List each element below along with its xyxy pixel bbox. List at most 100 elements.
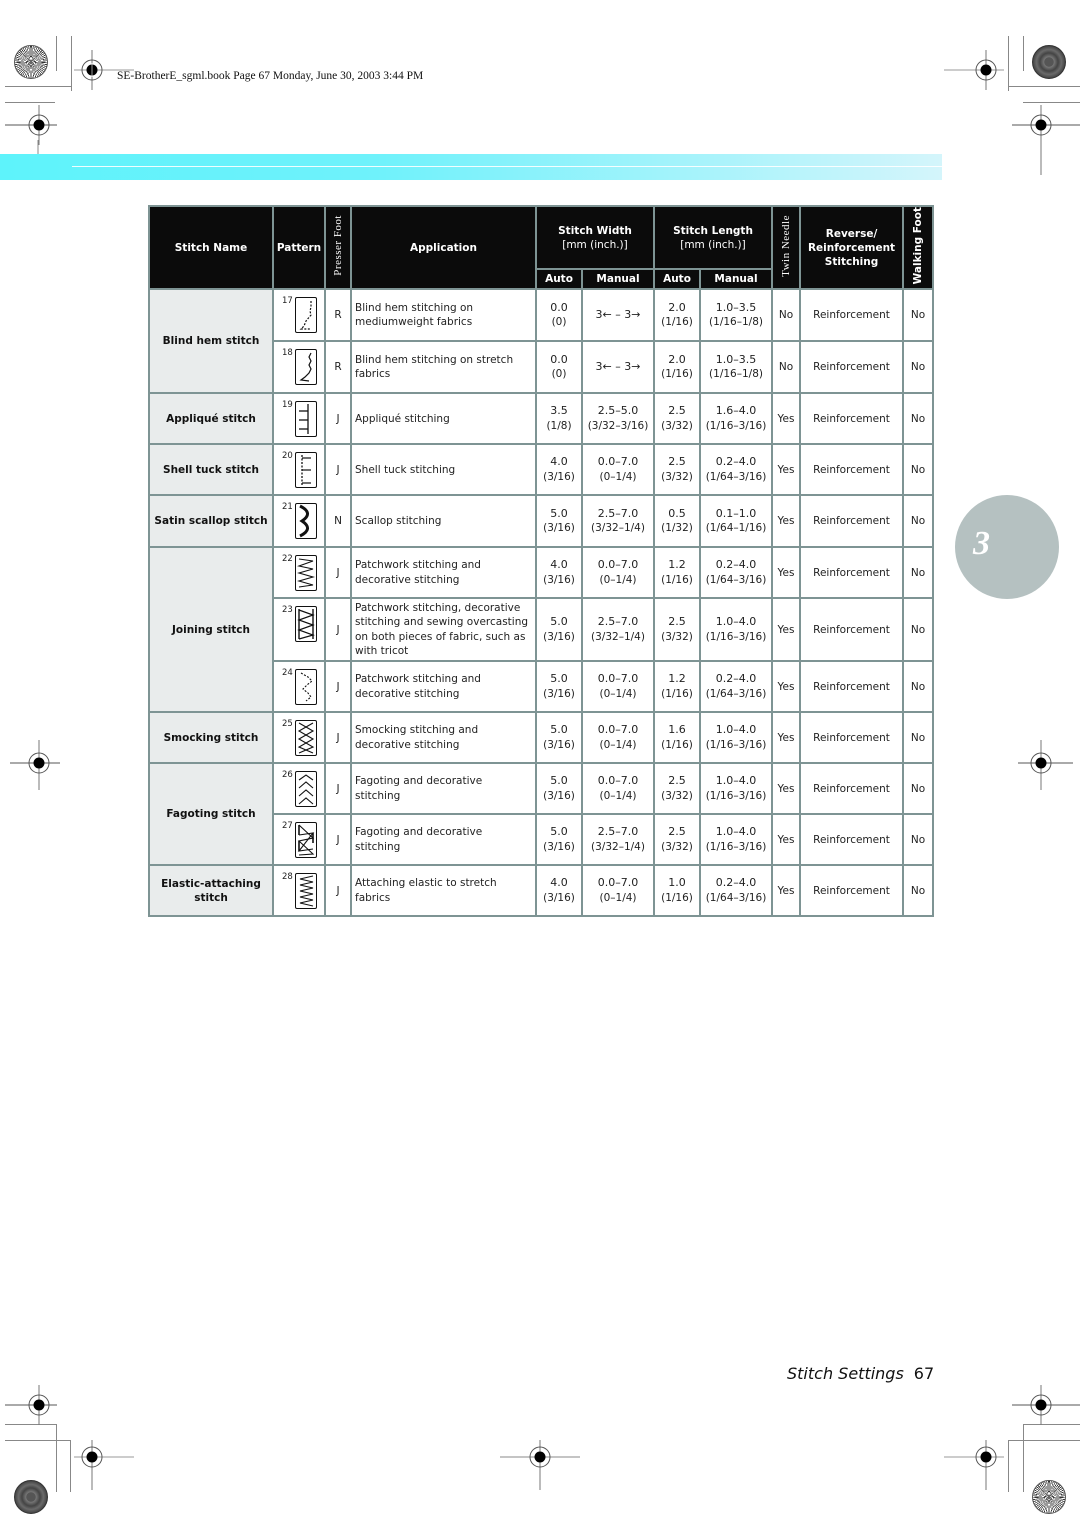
fagoting-bowtie-pattern-icon — [295, 822, 317, 859]
length-manual-cell: 1.0–4.0 (1/16–3/16) — [698, 813, 774, 867]
walking-foot-cell: No — [902, 340, 935, 395]
applique-pattern-icon — [295, 401, 317, 438]
length-auto-inch: (3/32) — [661, 470, 693, 483]
pattern-number: 23 — [282, 605, 293, 616]
width-manual-inch: (0–1/4) — [599, 470, 637, 483]
pattern-cell: 21 — [272, 494, 326, 549]
application-cell: Attaching elastic to stretch fabrics — [350, 864, 537, 918]
width-manual-inch: (0–1/4) — [599, 891, 637, 904]
pattern-number: 26 — [282, 770, 293, 781]
reverse-reinforcement-cell: Reinforcement — [799, 340, 905, 395]
crosshair-target-icon — [5, 1385, 57, 1425]
width-manual-inch: (3/32–1/4) — [591, 840, 645, 853]
width-auto-cell: 5.0 (3/16) — [535, 762, 583, 816]
stitch-name-cell: Elastic-attaching stitch — [148, 864, 274, 918]
twin-needle-cell: Yes — [771, 762, 802, 816]
width-manual-cell: 3← – 3→ — [581, 288, 655, 343]
pattern-cell: 23 — [272, 597, 326, 663]
length-manual-inch: (1/16–3/16) — [705, 630, 767, 643]
length-auto-cell: 1.2 (1/16) — [653, 660, 701, 714]
header-length-auto: Auto — [653, 267, 701, 291]
width-manual-mm: 2.5–7.0 — [597, 506, 639, 520]
header-pattern: Pattern — [272, 204, 326, 291]
stretch-blind-hem-pattern-icon — [295, 349, 317, 386]
width-manual-mm: 0.0–7.0 — [597, 672, 639, 686]
width-auto-mm: 5.0 — [550, 506, 568, 520]
header-stitch-width-unit: [mm (inch.)] — [562, 238, 628, 251]
application-line: fabrics — [355, 891, 391, 904]
shell-tuck-pattern-icon — [295, 452, 317, 489]
length-auto-inch: (3/32) — [661, 419, 693, 432]
length-manual-mm: 1.0–4.0 — [715, 723, 757, 737]
length-auto-mm: 2.5 — [668, 455, 686, 469]
header-presser-foot: Presser Foot — [324, 204, 352, 291]
width-auto-cell: 0.0 (0) — [535, 340, 583, 395]
application-cell: Appliqué stitching — [350, 392, 537, 446]
reverse-reinforcement-cell: Reinforcement — [799, 392, 905, 446]
width-auto-cell: 5.0 (3/16) — [535, 813, 583, 867]
length-manual-cell: 1.0–3.5 (1/16–1/8) — [698, 288, 774, 343]
joining-feather-pattern-icon — [295, 669, 317, 706]
crop-line — [1008, 86, 1080, 87]
width-auto-cell: 4.0 (3/16) — [535, 546, 583, 600]
width-manual-mm: 0.0–7.0 — [597, 558, 639, 572]
header-stitch-length-unit: [mm (inch.)] — [680, 238, 746, 251]
application-cell: Fagoting and decorative stitching — [350, 813, 537, 867]
joining-zigzag-pattern-icon — [295, 555, 317, 592]
application-line: Attaching elastic to stretch — [355, 877, 497, 890]
reverse-reinforcement-cell: Reinforcement — [799, 762, 905, 816]
length-manual-cell: 1.0–4.0 (1/16–3/16) — [698, 597, 774, 663]
width-auto-inch: (0) — [551, 368, 567, 381]
length-auto-cell: 1.2 (1/16) — [653, 546, 701, 600]
reverse-reinforcement-cell: Reinforcement — [799, 864, 905, 918]
header-band — [0, 154, 942, 180]
smocking-pattern-icon — [295, 720, 317, 757]
elastic-attaching-pattern-icon — [295, 873, 317, 910]
crop-line — [71, 36, 72, 91]
application-line: fabrics — [355, 368, 391, 381]
width-manual-inch: (3/32–1/4) — [591, 630, 645, 643]
pattern-number: 20 — [282, 451, 293, 462]
width-manual-mm: 0.0–7.0 — [597, 723, 639, 737]
width-manual-inch: (3/32–3/16) — [587, 419, 649, 432]
table-row: Elastic-attaching stitch 28 J Attaching elas… — [148, 864, 935, 918]
application-line: Blind hem stitching on stretch — [355, 353, 514, 366]
length-manual-cell: 0.2–4.0 (1/64–3/16) — [698, 864, 774, 918]
walking-foot-cell: No — [902, 864, 935, 918]
width-auto-cell: 5.0 (3/16) — [535, 494, 583, 549]
length-auto-mm: 1.2 — [668, 558, 686, 572]
crosshair-target-icon — [10, 740, 60, 790]
application-line: mediumweight fabrics — [355, 316, 473, 329]
width-auto-cell: 3.5 (1/8) — [535, 392, 583, 446]
crop-line — [5, 1440, 70, 1441]
twin-needle-cell: Yes — [771, 546, 802, 600]
header-stitch-width: Stitch Width [mm (inch.)] — [535, 205, 655, 270]
crosshair-target-icon — [1012, 1385, 1080, 1425]
length-auto-inch: (1/16) — [661, 687, 693, 700]
width-auto-inch: (3/16) — [543, 470, 575, 483]
pattern-number: 28 — [282, 872, 293, 883]
header-length-manual: Manual — [698, 267, 774, 291]
width-auto-mm: 0.0 — [550, 300, 568, 314]
header-stitch-width-label: Stitch Width — [558, 224, 632, 237]
length-manual-cell: 0.2–4.0 (1/64–3/16) — [698, 660, 774, 714]
crosshair-target-icon — [74, 1440, 134, 1490]
pattern-cell: 19 — [272, 392, 326, 446]
application-line: Blind hem stitching on — [355, 301, 474, 314]
header-twin-needle-label: Twin Needle — [780, 214, 793, 277]
presser-foot-cell: J — [324, 762, 352, 816]
header-presser-foot-label: Presser Foot — [332, 215, 344, 277]
length-manual-mm: 1.0–4.0 — [715, 825, 757, 839]
chapter-number: 3 — [973, 525, 990, 562]
length-auto-inch: (3/32) — [661, 789, 693, 802]
header-stitching-label: Stitching — [824, 255, 879, 268]
length-auto-cell: 2.5 (3/32) — [653, 597, 701, 663]
length-auto-inch: (1/16) — [661, 891, 693, 904]
length-auto-mm: 0.5 — [668, 506, 686, 520]
walking-foot-cell: No — [902, 443, 935, 497]
table-body: Blind hem stitch 17 R Blind hem stitching o… — [148, 288, 935, 918]
width-manual-mm: 2.5–5.0 — [597, 404, 639, 418]
width-auto-mm: 5.0 — [550, 723, 568, 737]
width-auto-inch: (3/16) — [543, 789, 575, 802]
length-manual-inch: (1/64–3/16) — [705, 891, 767, 904]
